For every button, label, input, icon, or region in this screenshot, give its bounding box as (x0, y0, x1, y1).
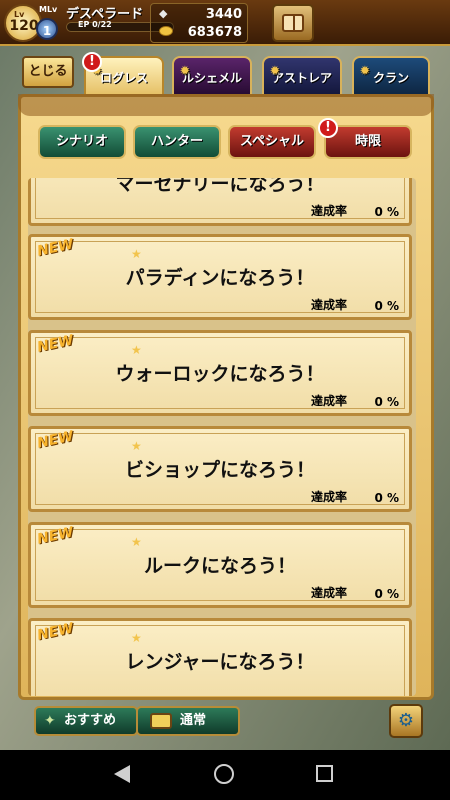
quest-card[interactable]: NEW ★ レンジャーになろう！ (28, 618, 412, 696)
recent-apps-icon[interactable] (316, 765, 333, 782)
progress-label: 達成率 (310, 586, 347, 600)
progress-label: 達成率 (310, 394, 347, 408)
progress-label: 達成率 (310, 490, 347, 504)
tab-clan-label: クラン (372, 71, 409, 85)
mastery-level-label: MLv (39, 5, 58, 14)
filter-limited-alert-icon: ! (318, 118, 338, 138)
quest-card[interactable]: NEW ★ ウォーロックになろう！ 達成率 0 % (28, 330, 412, 416)
home-icon[interactable] (214, 764, 234, 784)
progress-value: 0 % (374, 491, 399, 505)
quest-title: ビショップになろう！ (124, 459, 315, 481)
quest-card[interactable]: NEW ★ ルークになろう！ 達成率 0 % (28, 522, 412, 608)
gem-count: 3440 (205, 7, 242, 22)
currency-box: ◆ 3440 683678 (150, 3, 248, 43)
mastery-level-value: 1 (42, 24, 52, 38)
normal-button[interactable]: 通常 (136, 706, 240, 736)
quest-title: ウォーロックになろう！ (115, 363, 325, 385)
coin-count: 683678 (187, 25, 242, 40)
tab-astrea[interactable]: ✹ アストレア (262, 56, 342, 96)
level-value: 120 (9, 18, 39, 34)
quest-title: パラディンになろう！ (125, 267, 315, 289)
gear-icon: ⚙ (397, 710, 415, 731)
filter-special-button[interactable]: スペシャル (228, 125, 316, 159)
tab-astrea-icon: ✹ (269, 64, 281, 79)
tab-clan-icon: ✹ (359, 64, 371, 79)
progress-value: 0 % (374, 395, 399, 409)
chest-icon (150, 713, 172, 729)
recommend-label: おすすめ (64, 713, 117, 728)
quest-card[interactable]: NEW ★ ビショップになろう！ 達成率 0 % (28, 426, 412, 512)
panel-header-decoration (18, 94, 434, 116)
book-icon (282, 14, 304, 32)
quest-title: レンジャーになろう！ (125, 651, 315, 673)
progress-label: 達成率 (310, 298, 347, 312)
tab-lucimel-icon: ✹ (179, 64, 191, 79)
star-icon: ★ (131, 439, 142, 453)
progress-value: 0 % (374, 587, 399, 601)
tab-logres-label: ログレス (99, 71, 148, 85)
status-header: Lv 120 MLv 1 デスペラード EP 0/22 ◆ 3440 68367… (0, 0, 450, 46)
filter-hunter-button[interactable]: ハンター (133, 125, 221, 159)
coin-icon (159, 26, 173, 36)
quest-title: ルークになろう！ (143, 555, 296, 577)
recommend-button[interactable]: ✦ おすすめ (34, 706, 138, 736)
gem-icon: ◆ (159, 7, 168, 20)
progress-value: 0 % (374, 299, 399, 313)
ep-text: EP 0/22 (78, 20, 112, 29)
system-nav-bar (0, 750, 450, 800)
tab-logres-alert-icon: ! (82, 52, 102, 72)
star-icon: ★ (131, 631, 142, 645)
settings-button[interactable]: ⚙ (389, 704, 423, 738)
mastery-level-badge: 1 (36, 18, 58, 40)
star-icon: ★ (131, 247, 142, 261)
tab-clan[interactable]: ✹ クラン (352, 56, 430, 96)
close-button[interactable]: とじる (22, 56, 74, 88)
normal-label: 通常 (180, 713, 207, 728)
star-icon: ★ (131, 343, 142, 357)
tab-lucimel[interactable]: ✹ ルシェメル (172, 56, 252, 96)
quest-card[interactable]: マーセナリーになろう！ 達成率 0 % (28, 178, 412, 226)
star-icon: ★ (131, 535, 142, 549)
menu-button[interactable] (272, 4, 314, 42)
back-icon[interactable] (114, 765, 130, 783)
progress-label: 達成率 (310, 204, 347, 218)
leaf-icon: ✦ (44, 713, 56, 729)
progress-value: 0 % (374, 205, 399, 219)
filter-scenario-button[interactable]: シナリオ (38, 125, 126, 159)
quest-title: マーセナリーになろう！ (115, 178, 325, 195)
quest-list[interactable]: マーセナリーになろう！ 達成率 0 % NEW ★ パラディンになろう！ 達成率… (28, 178, 416, 696)
quest-card[interactable]: NEW ★ パラディンになろう！ 達成率 0 % (28, 234, 412, 320)
